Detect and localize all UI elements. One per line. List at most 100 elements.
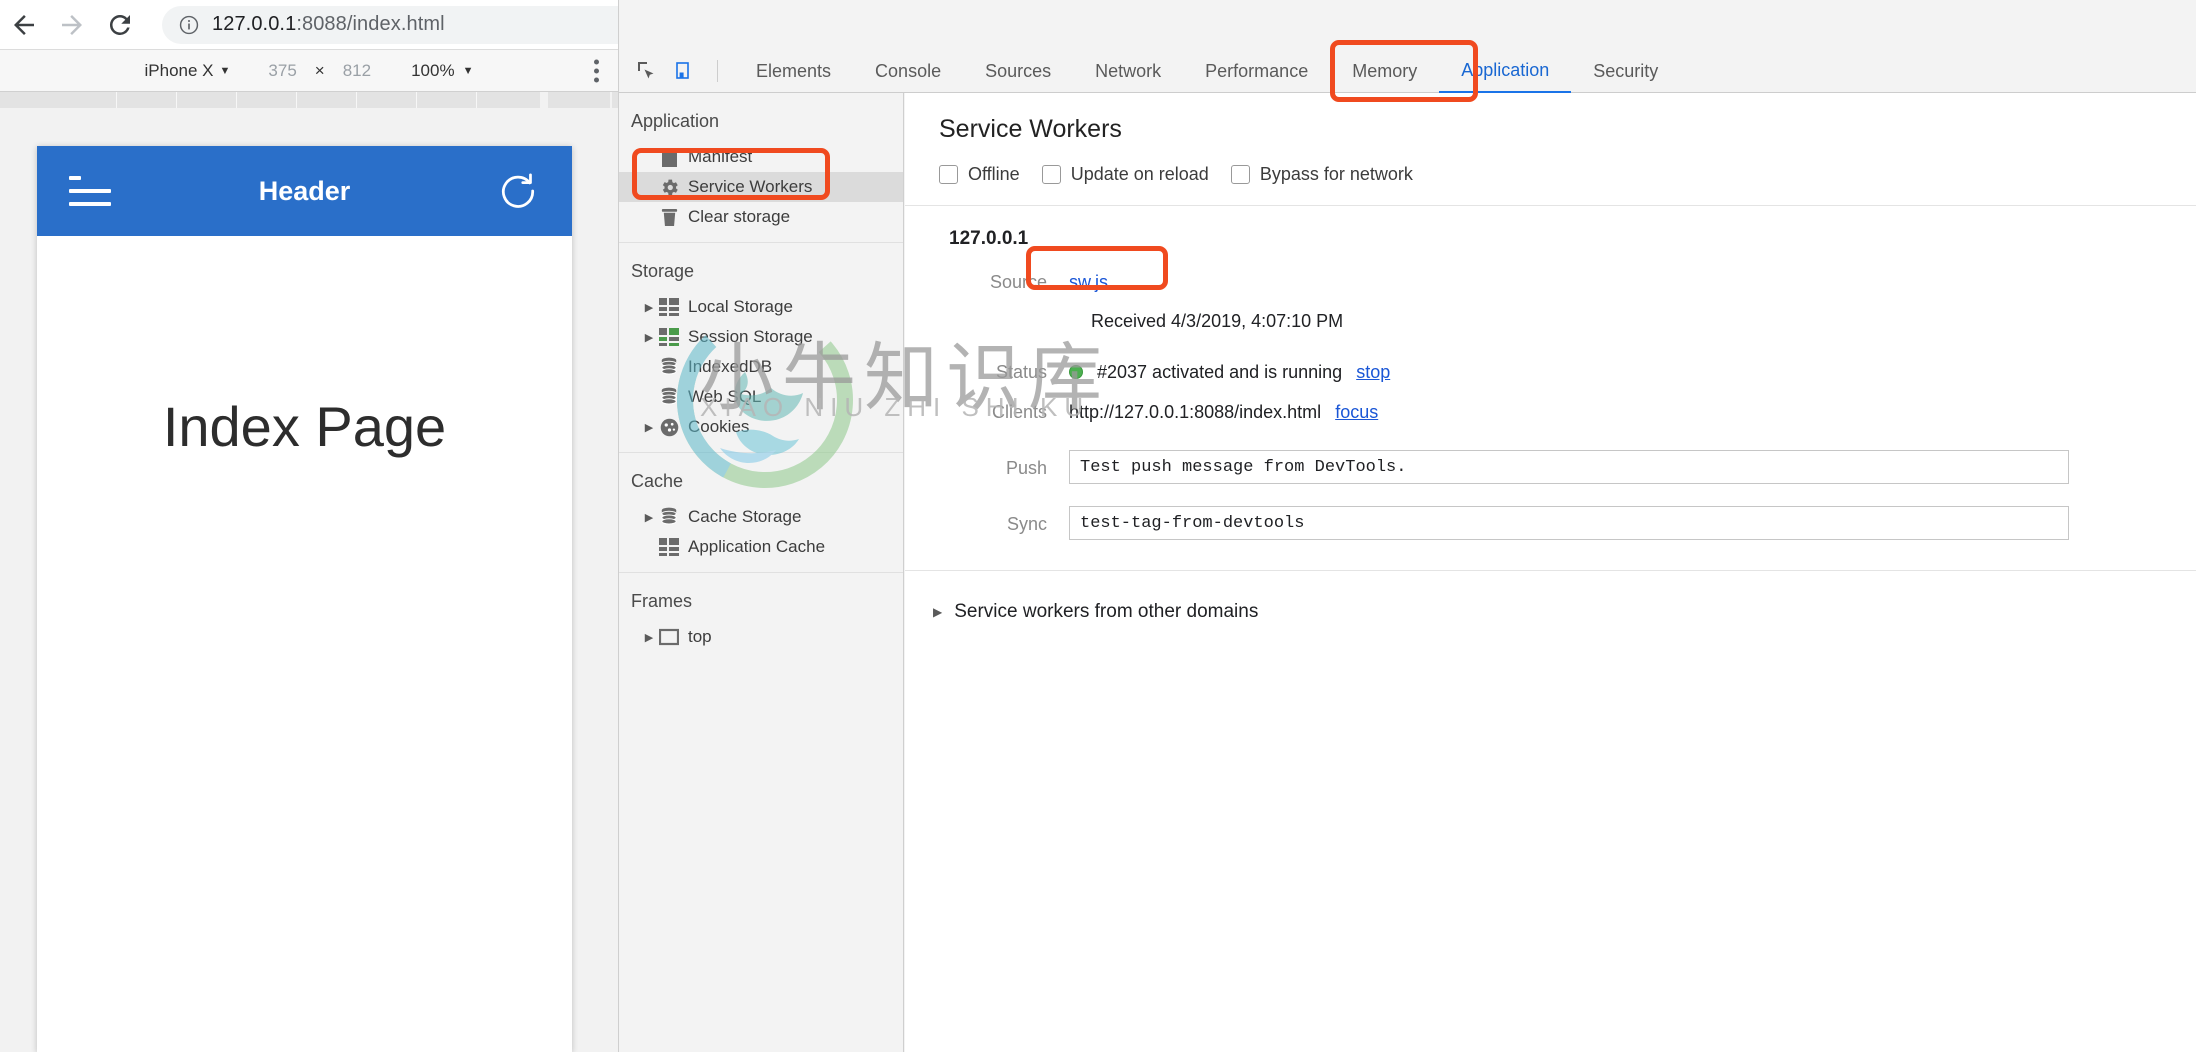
status-label: Status: [995, 362, 1047, 382]
info-circle-icon[interactable]: [178, 14, 200, 36]
page-body: Index Page: [37, 236, 572, 1052]
sidebar-section-cache: Cache ▶ Cache Storage ▶ Application Cach…: [619, 453, 903, 573]
table-grid-green-icon: [657, 328, 681, 346]
source-received-text: Received 4/3/2019, 4:07:10 PM: [1091, 311, 1344, 331]
tab-elements[interactable]: Elements: [734, 50, 853, 93]
service-workers-header: Service Workers Offline Update on reload…: [905, 93, 2196, 185]
sidebar-section-title: Frames: [631, 591, 693, 611]
inspect-element-icon[interactable]: [633, 58, 659, 84]
sidebar-item-clear-storage[interactable]: ▶ Clear storage: [619, 202, 903, 232]
clients-url: http://127.0.0.1:8088/index.html: [1069, 402, 1322, 422]
tab-security[interactable]: Security: [1571, 50, 1680, 93]
database-icon: [657, 507, 681, 527]
disclosure-triangle-icon[interactable]: ▶: [641, 421, 657, 434]
status-dot-icon: [1069, 365, 1083, 379]
service-workers-panel: Service Workers Offline Update on reload…: [905, 93, 2196, 1052]
chevron-down-icon[interactable]: ▼: [220, 65, 231, 77]
sidebar-item-label: Local Storage: [688, 297, 793, 316]
url-host: 127.0.0.1: [212, 13, 297, 35]
sidebar-item-web-sql[interactable]: ▶ Web SQL: [619, 382, 903, 412]
forward-button[interactable]: [48, 1, 96, 49]
tab-memory[interactable]: Memory: [1330, 50, 1439, 93]
sidebar-item-label: Application Cache: [688, 537, 826, 556]
checkbox-box[interactable]: [939, 165, 958, 184]
checkbox-box[interactable]: [1041, 165, 1061, 184]
stop-link[interactable]: stop: [1356, 354, 1390, 390]
refresh-icon[interactable]: [496, 169, 540, 213]
status-value: #2037 activated and is running stop: [1069, 354, 1390, 390]
viewport-width-input[interactable]: 375: [268, 61, 296, 81]
source-label: Source: [989, 272, 1047, 292]
sidebar-item-local-storage[interactable]: ▶ Local Storage: [619, 292, 903, 322]
offline-checkbox[interactable]: Offline: [939, 164, 1020, 185]
sidebar-item-cache-storage[interactable]: ▶ Cache Storage: [619, 502, 903, 532]
tab-application[interactable]: Application: [1439, 50, 1572, 93]
device-select-label[interactable]: iPhone X: [145, 61, 214, 81]
sidebar-section-title: Storage: [631, 261, 695, 281]
other-domains-row[interactable]: ▶ Service workers from other domains: [905, 571, 2196, 623]
device-toolbar-icon[interactable]: [673, 58, 699, 84]
zoom-level-label[interactable]: 100%: [411, 61, 454, 81]
source-link[interactable]: sw.js: [1069, 264, 1108, 300]
push-input[interactable]: [1069, 450, 2069, 484]
url-path: :8088/index.html: [296, 13, 445, 35]
application-sidebar: Application ▶ Manifest ▶ Service Workers: [619, 93, 904, 1052]
zoom-chevron-down-icon[interactable]: ▼: [463, 65, 474, 77]
hamburger-menu-icon[interactable]: [69, 176, 111, 206]
back-arrow-icon: [9, 10, 39, 40]
tab-network[interactable]: Network: [1073, 50, 1183, 93]
sidebar-section-title: Application: [631, 111, 720, 131]
sidebar-item-label: top: [688, 627, 712, 646]
disclosure-triangle-icon[interactable]: ▶: [641, 631, 657, 644]
table-grid-icon: [657, 298, 681, 316]
disclosure-triangle-icon[interactable]: ▶: [641, 331, 657, 344]
sidebar-section-application: Application ▶ Manifest ▶ Service Workers: [619, 93, 903, 243]
focus-link[interactable]: focus: [1335, 394, 1378, 430]
sync-input[interactable]: [1069, 506, 2069, 540]
other-domains-label: Service workers from other domains: [954, 601, 1259, 622]
tab-label: Sources: [985, 60, 1052, 81]
trash-icon: [657, 207, 681, 228]
tab-label: Security: [1593, 60, 1659, 81]
database-icon: [657, 387, 681, 407]
sidebar-item-application-cache[interactable]: ▶ Application Cache: [619, 532, 903, 562]
tab-sources[interactable]: Sources: [963, 50, 1073, 93]
more-vertical-icon[interactable]: [594, 59, 600, 82]
sidebar-item-label: Clear storage: [688, 207, 791, 226]
sidebar-item-label: Service Workers: [688, 177, 813, 196]
devtools-tab-list: Elements Console Sources Network Perform…: [734, 50, 1680, 93]
push-row: Push: [949, 450, 2196, 486]
sidebar-section-storage: Storage ▶ Local Storage ▶ Session Storag…: [619, 243, 903, 453]
tab-label: Console: [875, 60, 942, 81]
table-grid-icon: [657, 538, 681, 556]
cookie-icon: [657, 417, 681, 438]
tab-performance[interactable]: Performance: [1183, 50, 1330, 93]
viewport-height-input[interactable]: 812: [343, 61, 371, 81]
tab-label: Memory: [1352, 60, 1418, 81]
sidebar-item-cookies[interactable]: ▶ Cookies: [619, 412, 903, 442]
disclosure-triangle-icon[interactable]: ▶: [641, 511, 657, 524]
disclosure-triangle-icon[interactable]: ▶: [641, 301, 657, 314]
checkbox-box[interactable]: [1230, 165, 1250, 184]
back-button[interactable]: [0, 1, 48, 49]
sidebar-item-session-storage[interactable]: ▶ Session Storage: [619, 322, 903, 352]
update-on-reload-checkbox[interactable]: Update on reload: [1041, 164, 1209, 185]
sidebar-item-indexeddb[interactable]: ▶ IndexedDB: [619, 352, 903, 382]
sidebar-section-frames: Frames ▶ top: [619, 573, 903, 662]
sidebar-item-service-workers[interactable]: ▶ Service Workers: [619, 172, 903, 202]
sidebar-item-top-frame[interactable]: ▶ top: [619, 622, 903, 652]
service-worker-origin: 127.0.0.1: [949, 228, 1029, 249]
sidebar-item-label: Manifest: [688, 147, 753, 166]
tab-console[interactable]: Console: [853, 50, 963, 93]
sidebar-item-manifest[interactable]: ▶ Manifest: [619, 142, 903, 172]
service-worker-details: Source sw.js Received 4/3/2019, 4:07:10 …: [905, 264, 2196, 542]
disclosure-triangle-icon[interactable]: ▶: [933, 605, 942, 619]
device-viewport: Header Index Page: [0, 92, 618, 1052]
bypass-for-network-checkbox[interactable]: Bypass for network: [1230, 164, 1413, 185]
sidebar-section-title: Cache: [631, 471, 684, 491]
checkbox-label: Offline: [968, 164, 1020, 184]
reload-button[interactable]: [96, 1, 144, 49]
